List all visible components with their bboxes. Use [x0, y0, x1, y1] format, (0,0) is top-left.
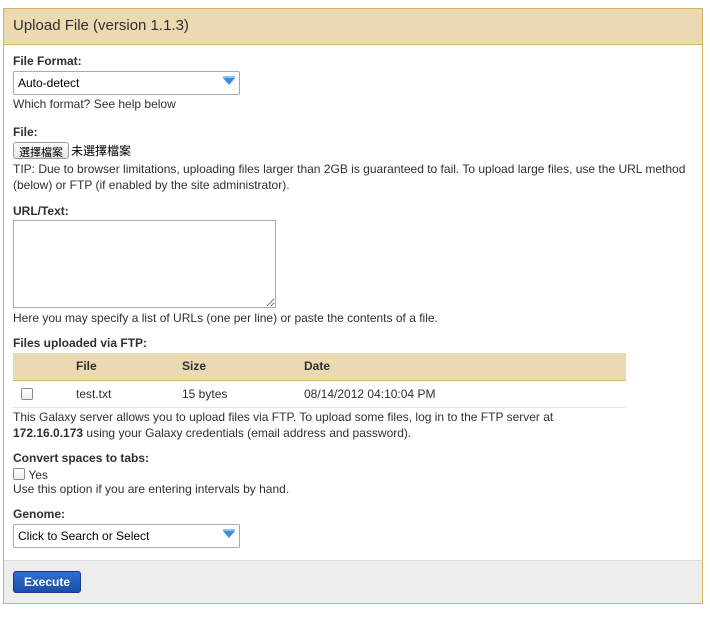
chevron-down-icon[interactable] — [223, 76, 235, 85]
form-body: File Format: Auto-detect Which format? S… — [4, 45, 702, 549]
execute-button[interactable]: Execute — [13, 571, 81, 593]
file-tip: TIP: Due to browser limitations, uploadi… — [13, 162, 686, 192]
file-label: File: — [13, 125, 38, 139]
convert-spaces-option-label: Yes — [28, 467, 48, 482]
row-file-size: 15 bytes — [182, 380, 304, 408]
convert-spaces-help: Use this option if you are entering inte… — [13, 482, 290, 497]
url-text-label: URL/Text: — [13, 204, 69, 218]
column-header-size: Size — [182, 353, 304, 381]
file-format-select[interactable]: Auto-detect — [13, 71, 240, 95]
ftp-help: This Galaxy server allows you to upload … — [13, 409, 693, 441]
column-header-file: File — [76, 353, 182, 381]
row-file-date: 08/14/2012 04:10:04 PM — [304, 380, 626, 408]
url-text-textarea[interactable] — [13, 220, 276, 308]
convert-spaces-label: Convert spaces to tabs: — [13, 450, 150, 465]
genome-select[interactable]: Click to Search or Select — [13, 524, 240, 549]
url-text-row: URL/Text: Here you may specify a list of… — [13, 204, 693, 326]
file-row: File: 選擇檔案 未選擇檔案 TIP: Due to browser limi… — [13, 125, 693, 193]
ftp-help-suffix: using your Galaxy credentials (email add… — [86, 425, 412, 440]
file-format-selected-value: Auto-detect — [18, 76, 80, 90]
row-checkbox-cell — [13, 380, 76, 408]
file-chooser: 選擇檔案 未選擇檔案 — [13, 142, 693, 161]
checkbox-column-header — [13, 353, 76, 381]
file-select-checkbox[interactable] — [21, 388, 33, 401]
genome-row: Genome: Click to Search or Select — [13, 507, 693, 549]
url-text-help: Here you may specify a list of URLs (one… — [13, 311, 438, 325]
table-row: test.txt 15 bytes 08/14/2012 04:10:04 PM — [13, 380, 626, 408]
genome-selected-value: Click to Search or Select — [18, 529, 150, 544]
ftp-files-table: File Size Date test.txt 15 bytes 08/14/2… — [13, 353, 626, 408]
row-file-name: test.txt — [76, 380, 182, 408]
upload-file-panel: Upload File (version 1.1.3) File Format:… — [3, 8, 703, 604]
chevron-down-icon[interactable] — [223, 529, 235, 539]
column-header-date: Date — [304, 353, 626, 381]
ftp-row: Files uploaded via FTP: File Size Date t… — [13, 336, 693, 441]
genome-label: Genome: — [13, 507, 66, 522]
file-format-help: Which format? See help below — [13, 97, 176, 111]
choose-file-button[interactable]: 選擇檔案 — [13, 142, 69, 159]
ftp-help-prefix: This Galaxy server allows you to upload … — [13, 409, 554, 424]
convert-spaces-row: Convert spaces to tabs: Yes Use this opt… — [13, 451, 693, 498]
panel-title: Upload File (version 1.1.3) — [4, 9, 702, 45]
file-format-row: File Format: Auto-detect Which format? S… — [13, 45, 693, 112]
ftp-label: Files uploaded via FTP: — [13, 336, 148, 350]
no-file-chosen-text: 未選擇檔案 — [71, 144, 132, 158]
form-footer: Execute — [4, 560, 702, 603]
ftp-server-address: 172.16.0.173 — [13, 425, 84, 440]
ftp-table-header-row: File Size Date — [13, 353, 626, 381]
convert-spaces-option: Yes — [13, 467, 693, 482]
file-format-label: File Format: — [13, 54, 82, 68]
convert-spaces-checkbox[interactable] — [13, 468, 25, 481]
